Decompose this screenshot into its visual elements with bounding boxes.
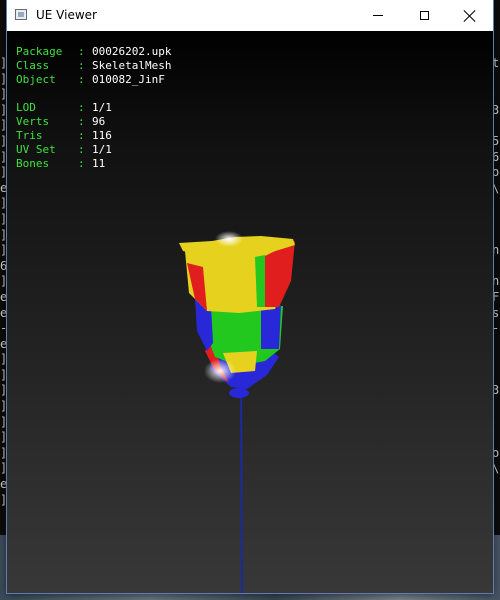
maximize-icon	[419, 11, 429, 20]
info-value: 010082_JinF	[92, 73, 165, 86]
info-row-lod: LOD:1/1	[16, 101, 171, 115]
info-row-object: Object:010082_JinF	[16, 73, 171, 87]
bone-line	[240, 382, 243, 593]
info-value: 1/1	[92, 101, 112, 114]
info-block-package: Package:00026202.upk Class: SkeletalMesh Ob…	[16, 45, 171, 87]
info-separator: :	[78, 143, 85, 156]
info-label: Class	[16, 59, 50, 72]
mesh-blue-side-right	[261, 305, 281, 349]
info-row-bones: Bones:11	[16, 157, 171, 171]
info-separator: :	[78, 59, 85, 72]
info-label: LOD	[16, 101, 36, 114]
info-value: 11	[92, 157, 106, 170]
title-bar[interactable]: UE Viewer	[7, 0, 493, 31]
info-row-verts: Verts:96	[16, 115, 171, 129]
info-value: SkeletalMesh	[92, 59, 172, 72]
maximize-button[interactable]	[401, 0, 447, 31]
close-icon	[464, 10, 476, 22]
info-label: Package	[16, 45, 63, 58]
info-separator: :	[78, 115, 85, 128]
info-row-class: Class: SkeletalMesh	[16, 59, 171, 73]
minimize-icon	[373, 15, 383, 16]
info-label: UV Set	[16, 143, 56, 156]
info-separator: :	[78, 157, 85, 170]
info-label: Tris	[16, 129, 43, 142]
close-button[interactable]	[447, 0, 493, 31]
info-row-tris: Tris:116	[16, 129, 171, 143]
info-separator: :	[78, 45, 85, 58]
info-separator: :	[78, 101, 85, 114]
info-value: 00026202.upk	[92, 45, 172, 58]
info-row-package: Package:00026202.upk	[16, 45, 171, 59]
minimize-button[interactable]	[355, 0, 401, 31]
info-value: 1/1	[92, 143, 112, 156]
info-label: Verts	[16, 115, 50, 128]
info-value: 116	[92, 129, 112, 142]
info-value: 96	[92, 115, 106, 128]
3d-viewport[interactable]: Package:00026202.upk Class: SkeletalMesh Ob…	[7, 31, 493, 593]
ue-viewer-window[interactable]: UE Viewer Package: 00026202.upk Class:…	[7, 0, 493, 593]
info-label: Object	[16, 73, 56, 86]
info-separator: :	[78, 73, 85, 86]
app-window-icon[interactable]	[15, 9, 27, 20]
info-block-stats: LOD:1/1 Verts:96 Tris:116 UV Set:1/1 Bones:1…	[16, 101, 171, 171]
background-console-text-right: t 3 5 6 o \ n n F s - 3 o \	[492, 56, 500, 476]
info-row-uv-set: UV Set:1/1	[16, 143, 171, 157]
mesh-info-overlay: Package:00026202.upk Class: SkeletalMesh Ob…	[16, 45, 171, 171]
window-title: UE Viewer	[36, 8, 97, 22]
info-separator: :	[78, 129, 85, 142]
info-label: Bones	[16, 157, 50, 170]
